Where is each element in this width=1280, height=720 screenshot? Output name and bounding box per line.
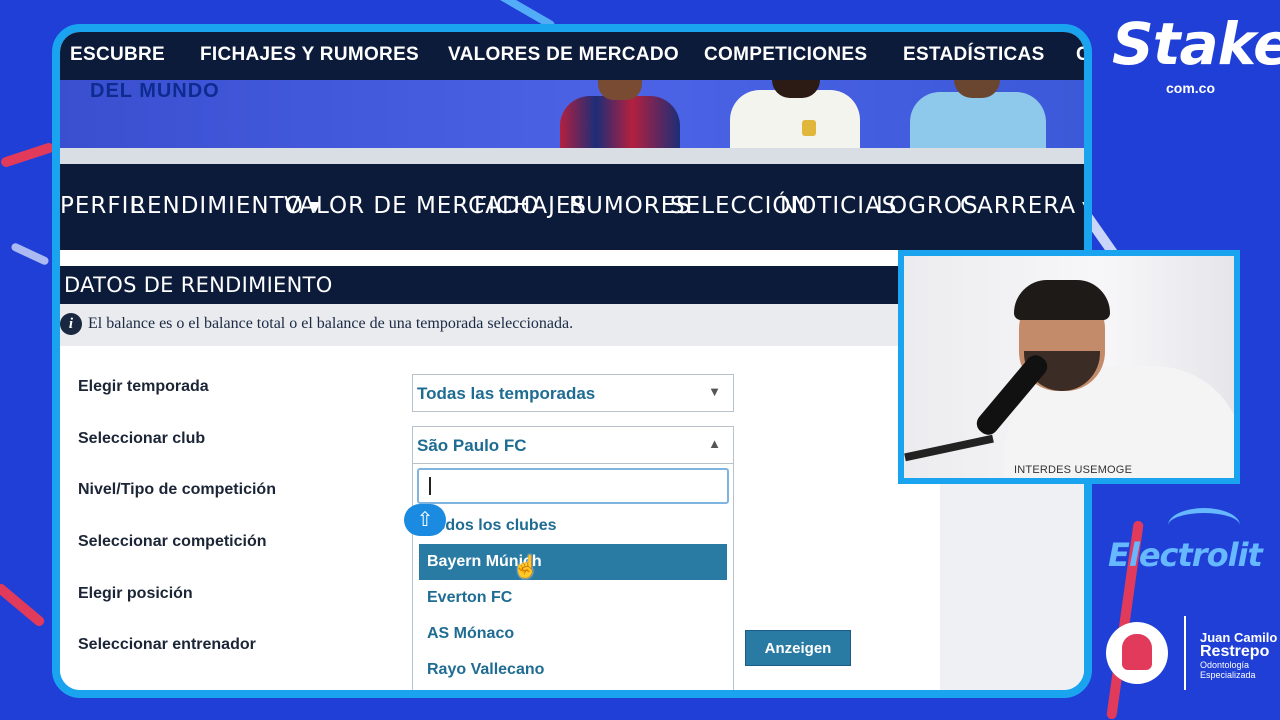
dropdown-option-highlighted[interactable]: Bayern Múnich (419, 544, 727, 580)
dropdown-option[interactable]: Everton FC (419, 580, 727, 616)
tab-carrera[interactable]: CARRERA ▼ (960, 193, 1084, 219)
club-select-value: São Paulo FC (417, 436, 527, 455)
dental-subtitle: Odontología (1200, 660, 1250, 670)
player-image (560, 96, 680, 148)
text-cursor (429, 477, 431, 495)
dropdown-option[interactable]: AS Mónaco (419, 616, 727, 652)
top-navigation: ESCUBRE FICHAJES Y RUMORES VALORES DE ME… (60, 32, 1084, 80)
profile-navigation: PERFIL RENDIMIENTO ▼ VALOR DE MERCADO FIC… (60, 164, 1084, 250)
label-competition: Seleccionar competición (78, 533, 267, 550)
hand-cursor-icon: ☝ (512, 554, 540, 579)
topnav-item-more[interactable]: C (1076, 44, 1084, 66)
bg-stroke (10, 241, 50, 267)
label-competition-level: Nivel/Tipo de competición (78, 481, 276, 498)
dental-subtitle: Especializada (1200, 670, 1256, 680)
club-search-input[interactable] (417, 468, 729, 504)
topnav-item-valores[interactable]: VALORES DE MERCADO (448, 44, 679, 66)
tab-label: CARRERA (960, 193, 1077, 219)
topnav-item-estadisticas[interactable]: ESTADÍSTICAS (903, 44, 1045, 66)
electrolit-logo: Electrolit (1108, 536, 1263, 574)
dropdown-option[interactable]: Rayo Vallecano (419, 652, 727, 688)
webcam-overlay: INTERDES USEMOGE (898, 250, 1240, 484)
topnav-item-descubre[interactable]: ESCUBRE (70, 44, 165, 66)
stake-logo: Stake (1112, 10, 1280, 78)
season-select[interactable]: Todas las temporadas ▼ (412, 374, 734, 412)
show-button[interactable]: Anzeigen (745, 630, 851, 666)
label-season: Elegir temporada (78, 378, 209, 395)
banner-text: DEL MUNDO (90, 80, 220, 102)
caret-down-icon: ▼ (1082, 199, 1084, 215)
dental-name-last: Restrepo (1200, 643, 1270, 660)
tooth-icon (1122, 634, 1152, 670)
player-image (730, 90, 860, 148)
label-club: Seleccionar club (78, 430, 206, 447)
divider (60, 148, 1084, 164)
player-image (910, 92, 1046, 148)
bg-stroke (0, 141, 56, 169)
shirt-text: INTERDES USEMOGE (1014, 464, 1133, 476)
season-select-value: Todas las temporadas (417, 384, 596, 403)
topnav-item-fichajes[interactable]: FICHAJES Y RUMORES (200, 44, 419, 66)
label-coach: Seleccionar entrenador (78, 636, 256, 653)
info-text: El balance es o el balance total o el ba… (88, 315, 574, 332)
club-select[interactable]: São Paulo FC ▲ (412, 426, 734, 464)
club-dropdown: Todos los clubes Bayern Múnich Everton F… (412, 464, 734, 690)
club-crest-icon (802, 120, 816, 136)
tab-label: RENDIMIENTO (130, 193, 304, 219)
dropdown-option[interactable]: Todos los clubes (419, 508, 727, 544)
person-hair (1014, 280, 1110, 320)
info-icon: i (60, 313, 82, 335)
chevron-up-icon: ▲ (708, 436, 721, 451)
stake-domain: com.co (1166, 80, 1216, 96)
shift-arrow-icon: ⇧ (404, 504, 446, 536)
label-position: Elegir posición (78, 585, 193, 602)
topnav-item-competiciones[interactable]: COMPETICIONES (704, 44, 867, 66)
chevron-down-icon: ▼ (708, 384, 721, 399)
divider (1184, 616, 1186, 690)
bg-stroke (0, 581, 47, 629)
section-title: DATOS DE RENDIMIENTO (64, 273, 333, 297)
hero-banner: DEL MUNDO (60, 80, 1084, 148)
